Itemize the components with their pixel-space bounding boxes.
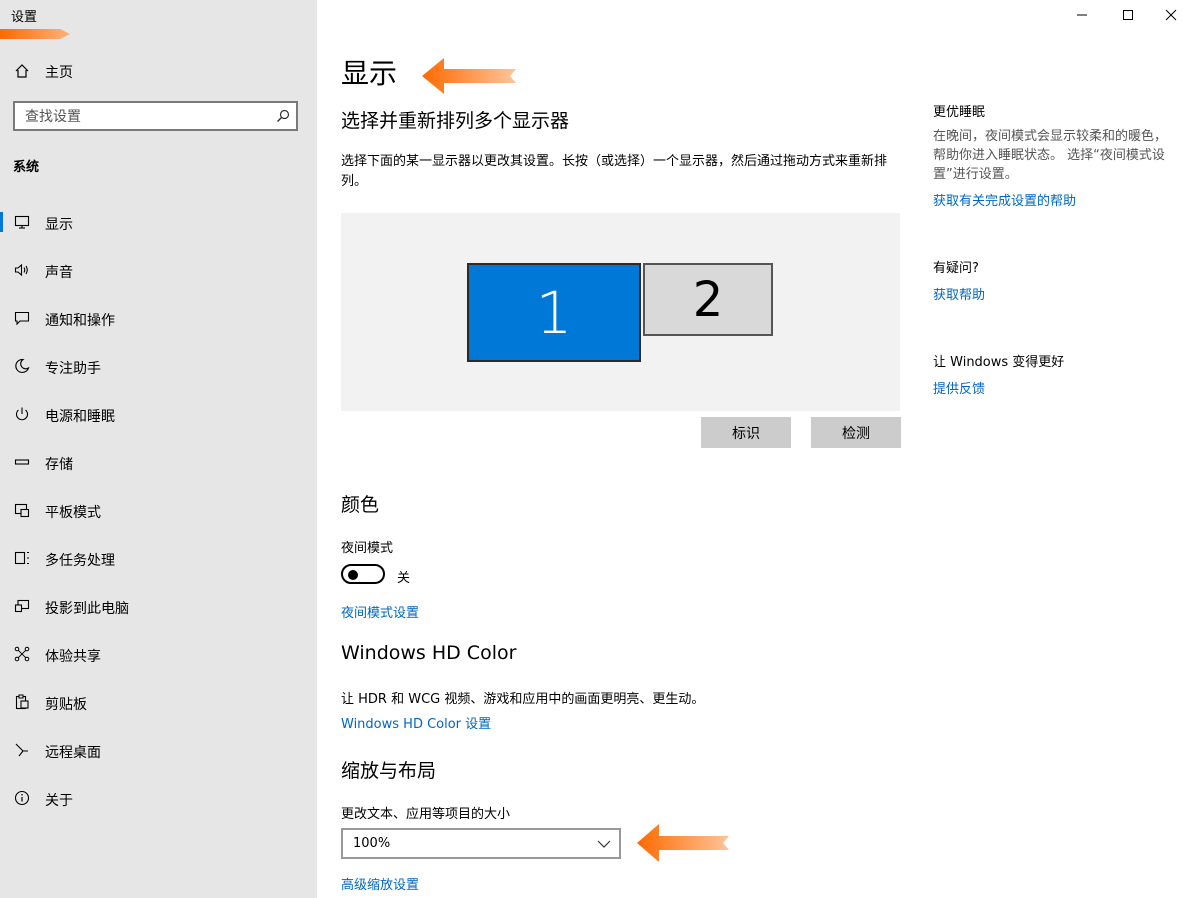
section-title: Windows HD Color [341, 642, 517, 664]
sidebar-item-tablet-mode[interactable]: 平板模式 [0, 490, 317, 530]
sidebar-item-home[interactable]: 主页 [0, 54, 317, 88]
sidebar-item-about[interactable]: 关于 [0, 778, 317, 818]
moon-icon [13, 357, 31, 375]
info-icon [13, 789, 31, 807]
monitor-icon [13, 213, 31, 231]
section-title: 缩放与布局 [341, 760, 437, 782]
question-title: 有疑问? [933, 261, 979, 276]
setup-help-link[interactable]: 获取有关完成设置的帮助 [933, 190, 1076, 209]
sidebar-item-remote-desktop[interactable]: 远程桌面 [0, 730, 317, 770]
remote-icon [13, 741, 31, 759]
sidebar-item-power[interactable]: 电源和睡眠 [0, 394, 317, 434]
minimize-button[interactable] [1059, 0, 1105, 30]
detect-button[interactable]: 检测 [811, 417, 901, 448]
sidebar-item-display[interactable]: 显示 [0, 202, 317, 242]
project-icon [13, 597, 31, 615]
sidebar: 设置 主页 系统 显示 声音 通知和操作 专注助 [0, 0, 317, 898]
monitor-1[interactable]: 1 [467, 263, 641, 362]
night-mode-toggle[interactable] [341, 564, 385, 584]
sleep-description: 在晚间，夜间模式会显示较柔和的暖色，帮助你进入睡眠状态。 选择“夜间模式设置”进… [933, 129, 1168, 182]
sidebar-item-sound[interactable]: 声音 [0, 250, 317, 290]
search-input[interactable] [23, 107, 267, 127]
sidebar-item-shared-experiences[interactable]: 体验共享 [0, 634, 317, 674]
hdr-description: 让 HDR 和 WCG 视频、游戏和应用中的画面更明亮、更生动。 [341, 692, 705, 707]
toggle-state: 关 [397, 571, 411, 586]
hdr-settings-link[interactable]: Windows HD Color 设置 [341, 713, 491, 732]
app-title: 设置 [11, 10, 38, 25]
section-title: 颜色 [341, 494, 380, 516]
night-mode-label: 夜间模式 [341, 541, 394, 556]
section-description: 选择下面的某一显示器以更改其设置。长按（或选择）一个显示器，然后通过拖动方式来重… [341, 154, 888, 189]
monitor-arrangement[interactable]: 1 2 [341, 213, 900, 411]
toggle-knob [348, 570, 358, 580]
sleep-title: 更优睡眠 [933, 105, 986, 120]
sidebar-item-label: 关于 [45, 793, 73, 809]
identify-button[interactable]: 标识 [701, 417, 791, 448]
storage-icon [13, 453, 31, 471]
sidebar-item-label: 专注助手 [45, 361, 101, 377]
sidebar-item-storage[interactable]: 存储 [0, 442, 317, 482]
page-title: 显示 [341, 57, 398, 90]
multitask-icon [13, 549, 31, 567]
feedback-link[interactable]: 提供反馈 [933, 378, 985, 397]
sidebar-item-focus-assist[interactable]: 专注助手 [0, 346, 317, 386]
section-label: 系统 [13, 160, 40, 175]
annotation-arrow [637, 824, 729, 862]
sidebar-item-label: 主页 [45, 65, 73, 81]
feedback-title: 让 Windows 变得更好 [933, 355, 1065, 370]
sidebar-item-multitasking[interactable]: 多任务处理 [0, 538, 317, 578]
sidebar-item-label: 电源和睡眠 [45, 409, 115, 425]
chevron-down-icon [597, 840, 611, 848]
size-label: 更改文本、应用等项目的大小 [341, 807, 511, 822]
maximize-button[interactable] [1105, 0, 1151, 30]
night-mode-settings-link[interactable]: 夜间模式设置 [341, 602, 419, 621]
monitor-2[interactable]: 2 [643, 263, 773, 336]
power-icon [13, 405, 31, 423]
close-button[interactable] [1148, 0, 1190, 30]
sidebar-item-label: 显示 [45, 217, 73, 233]
sidebar-item-label: 平板模式 [45, 505, 101, 521]
sidebar-item-label: 体验共享 [45, 649, 101, 665]
home-icon [13, 62, 31, 80]
sidebar-item-notifications[interactable]: 通知和操作 [0, 298, 317, 338]
sidebar-item-label: 存储 [45, 457, 73, 473]
get-help-link[interactable]: 获取帮助 [933, 284, 985, 303]
speaker-icon [13, 261, 31, 279]
annotation-bar [0, 29, 70, 39]
minimize-icon [1077, 14, 1087, 16]
sidebar-item-label: 声音 [45, 265, 73, 281]
maximize-icon [1123, 10, 1133, 20]
clipboard-icon [13, 693, 31, 711]
sidebar-item-label: 投影到此电脑 [45, 601, 129, 617]
annotation-arrow [422, 58, 516, 94]
tablet-icon [13, 501, 31, 519]
search-icon[interactable] [276, 109, 290, 123]
sidebar-item-label: 远程桌面 [45, 745, 101, 761]
advanced-scaling-link[interactable]: 高级缩放设置 [341, 874, 419, 893]
scale-dropdown[interactable]: 100% [341, 828, 621, 859]
share-icon [13, 645, 31, 663]
message-icon [13, 309, 31, 327]
sidebar-item-label: 剪贴板 [45, 697, 87, 713]
sidebar-item-project[interactable]: 投影到此电脑 [0, 586, 317, 626]
section-title: 选择并重新排列多个显示器 [341, 110, 570, 132]
scale-value: 100% [353, 836, 391, 851]
search-field[interactable] [13, 101, 298, 131]
sidebar-item-clipboard[interactable]: 剪贴板 [0, 682, 317, 722]
sidebar-item-label: 通知和操作 [45, 313, 115, 329]
sidebar-item-label: 多任务处理 [45, 553, 115, 569]
close-icon [1165, 9, 1177, 21]
